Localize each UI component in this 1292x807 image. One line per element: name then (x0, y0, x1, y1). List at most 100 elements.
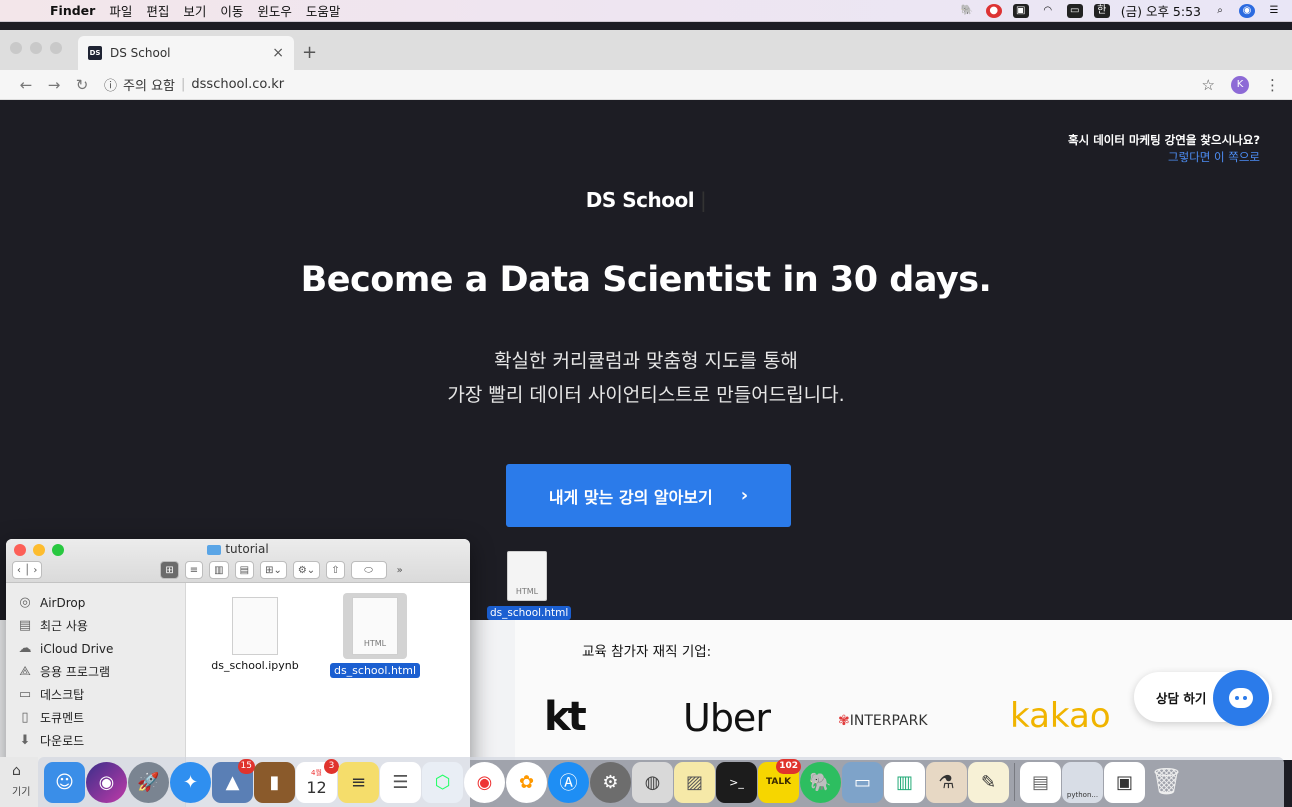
battery-icon[interactable]: ▭ (1066, 3, 1083, 18)
sidebar-item-desktop[interactable]: ▭ 데스크탑 (6, 683, 185, 706)
find-course-button[interactable]: 내게 맞는 강의 알아보기 › (506, 464, 791, 527)
numbers-dock-icon[interactable]: ▥ (884, 761, 925, 803)
disk-utility-dock-icon[interactable]: ◍ (632, 761, 673, 803)
icon-view-button[interactable]: ⊞ (160, 561, 179, 579)
zoom-window-button[interactable] (50, 42, 62, 54)
column-view-button[interactable]: ▥ (209, 561, 229, 579)
record-status-icon[interactable]: ● (985, 3, 1002, 18)
dock: ☺ ◉ 🚀 ✦ ▲ 15 ▮ 4월 12 3 ≡ ☰ ⬡ ◉ ✿ Ⓐ ⚙ ◍ ▨ … (38, 757, 1284, 807)
reminders-dock-icon[interactable]: ☰ (380, 761, 421, 803)
chat-bubble-icon (1229, 688, 1253, 708)
info-icon[interactable]: ⓘ (104, 75, 117, 94)
menu-window[interactable]: 윈도우 (257, 1, 292, 20)
terminal-dock-icon[interactable]: >_ (716, 761, 757, 803)
menu-clock[interactable]: (금) 오후 5:53 (1121, 1, 1201, 20)
siri-icon[interactable]: ◉ (1239, 3, 1255, 18)
gallery-view-button[interactable]: ▤ (234, 561, 255, 579)
anaconda-dock-icon[interactable]: ⚗ (926, 761, 967, 803)
desktop-file[interactable]: HTML ds_school.html (487, 551, 572, 620)
kakaotalk-dock-icon[interactable]: TALK 102 (758, 758, 801, 803)
photos-dock-icon[interactable]: ✿ (506, 761, 547, 803)
cloud-icon: ☁ (18, 641, 32, 656)
sidebar-item-airdrop[interactable]: ◎ AirDrop (6, 591, 185, 614)
back-arrow-icon[interactable]: ← (12, 76, 40, 94)
list-view-button[interactable]: ≡ (184, 561, 204, 579)
promo-link[interactable]: 그렇다면 이 쪽으로 (1068, 149, 1260, 166)
maps-dock-icon[interactable]: ⬡ (422, 761, 463, 803)
group-button[interactable]: ⊞⌄ (260, 561, 287, 579)
hero-subtitle: 확실한 커리큘럼과 맞춤형 지도를 통해 가장 빨리 데이터 사이언티스트로 만… (0, 344, 1292, 412)
spotlight-search-icon[interactable]: ⌕ (1212, 4, 1228, 18)
calendar-dock-icon[interactable]: 4월 12 3 (296, 758, 339, 803)
menu-edit[interactable]: 편집 (146, 1, 169, 20)
share-button[interactable]: ⇧ (326, 561, 345, 579)
document-dock-icon[interactable]: ▤ (1020, 761, 1061, 803)
image-dock-icon[interactable]: ▣ (1104, 761, 1145, 803)
ds-school-favicon: DS (88, 46, 102, 60)
sidebar-item-documents[interactable]: ▯ 도큐멘트 (6, 706, 185, 729)
finder-folder-name: tutorial (225, 542, 269, 556)
finder-toolbar: ‹ │ › ⊞ ≡ ▥ ▤ ⊞⌄ ⚙⌄ ⇧ ⬭ » (12, 561, 464, 579)
toolbar-overflow-icon[interactable]: » (393, 561, 407, 579)
menu-view[interactable]: 보기 (183, 1, 206, 20)
photos-app-dock-icon[interactable]: ▲ 15 (212, 758, 255, 803)
reload-icon[interactable]: ↻ (68, 76, 96, 94)
system-preferences-dock-icon[interactable]: ⚙ (590, 761, 631, 803)
devices-label: 기기 (12, 787, 31, 798)
contacts-dock-icon[interactable]: ▮ (254, 761, 295, 803)
launchpad-dock-icon[interactable]: 🚀 (128, 761, 169, 803)
new-tab-button[interactable]: + (302, 42, 317, 63)
textedit-dock-icon[interactable]: ✎ (968, 761, 1009, 803)
profile-avatar[interactable]: K (1231, 75, 1249, 94)
notification-center-icon[interactable]: ☰ (1266, 4, 1282, 18)
minimize-window-button[interactable] (30, 42, 42, 54)
menu-app-name[interactable]: Finder (50, 3, 95, 18)
file-name: ds_school.ipynb (211, 659, 299, 672)
evernote-status-icon[interactable]: 🐘 (959, 4, 975, 18)
close-tab-icon[interactable]: × (272, 45, 284, 61)
browser-menu-icon[interactable]: ⋮ (1265, 76, 1280, 94)
chat-launcher-button[interactable] (1213, 670, 1269, 726)
forward-arrow-icon[interactable]: → (40, 76, 68, 94)
evernote-dock-icon[interactable]: 🐘 (800, 761, 841, 803)
screen-tool-icon[interactable]: ▣ (1012, 3, 1029, 18)
sidebar-item-applications[interactable]: ⟁ 응용 프로그램 (6, 660, 185, 683)
desktop-file-name[interactable]: ds_school.html (487, 606, 572, 620)
sidebar-item-icloud[interactable]: ☁ iCloud Drive (6, 637, 185, 660)
kt-logo: kt (544, 694, 587, 740)
siri-dock-icon[interactable]: ◉ (86, 761, 127, 803)
menu-go[interactable]: 이동 (220, 1, 243, 20)
brand-logo[interactable]: DS School | (0, 188, 1292, 212)
back-forward-buttons[interactable]: ‹ │ › (12, 561, 43, 579)
trash-dock-icon[interactable]: 🗑 (1146, 762, 1187, 803)
app-store-dock-icon[interactable]: Ⓐ (548, 761, 589, 803)
wifi-icon[interactable]: ◠ (1040, 4, 1056, 18)
menu-help[interactable]: 도움말 (306, 1, 341, 20)
url-text[interactable]: dsschool.co.kr (191, 77, 284, 92)
input-method-icon[interactable]: 한 (1093, 3, 1110, 18)
bookmark-star-icon[interactable]: ☆ (1202, 76, 1215, 94)
python-window-dock-icon[interactable]: python... (1062, 761, 1103, 803)
sidebar-item-recents[interactable]: ▤ 최근 사용 (6, 614, 185, 637)
file-item-html[interactable]: HTML ds_school.html (320, 593, 430, 678)
action-gear-button[interactable]: ⚙⌄ (292, 561, 321, 579)
html-file-icon: HTML (352, 597, 398, 655)
calendar-badge: 3 (324, 758, 339, 774)
tab-ds-school[interactable]: DS DS School × (78, 36, 294, 70)
safari-dock-icon[interactable]: ✦ (170, 761, 211, 803)
file-item-ipynb[interactable]: ds_school.ipynb (200, 597, 310, 672)
stickies-dock-icon[interactable]: ▨ (674, 761, 715, 803)
sidebar-item-downloads[interactable]: ⬇ 다운로드 (6, 729, 185, 752)
omnibox[interactable]: ⓘ 주의 요함 | dsschool.co.kr (104, 75, 284, 94)
brand-cursor: | (694, 188, 707, 212)
menu-file[interactable]: 파일 (109, 1, 132, 20)
tags-button[interactable]: ⬭ (350, 561, 387, 579)
notes-dock-icon[interactable]: ≡ (338, 761, 379, 803)
browser-window-controls (10, 42, 62, 54)
chrome-dock-icon[interactable]: ◉ (464, 761, 505, 803)
finder-sidebar-peek: ⌂ 기기 (0, 757, 38, 807)
preview-dock-icon[interactable]: ▭ (842, 761, 883, 803)
tab-title: DS School (110, 46, 171, 60)
finder-dock-icon[interactable]: ☺ (44, 761, 85, 803)
close-window-button[interactable] (10, 42, 22, 54)
